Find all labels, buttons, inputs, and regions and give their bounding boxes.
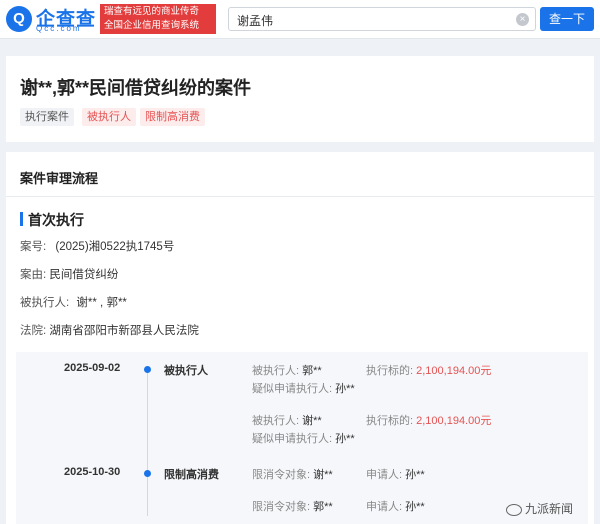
field-label: 疑似申请执行人: [252,433,333,445]
logo-domain: Qcc.com [36,24,82,33]
timeline-date: 2025-10-30 [64,466,121,478]
court-row: 法院: 湖南省邵阳市新邵县人民法院 [20,322,199,338]
executed-person-field: 被执行人: 谢** [252,412,322,428]
top-bar: Q 企查查 Qcc.com 瑞查有远见的商业传奇 全国企业信用查询系统 × 查一… [0,0,600,39]
case-process-card: 案件审理流程 首次执行 案号: (2025)湘0522执1745号 案由: 民间… [6,152,594,524]
executed-label: 被执行人: [20,297,70,309]
restriction-target-field: 限消令对象: 谢** [252,466,333,482]
timeline-dot [144,366,151,373]
field-label: 执行标的: [366,415,414,427]
restriction-target-field: 限消令对象: 郭** [252,498,333,514]
slogan-line-2: 全国企业信用查询系统 [104,20,200,31]
search-input[interactable] [235,10,509,30]
case-header-card: 谢**,郭**民间借贷纠纷的案件 执行案件 被执行人 限制高消费 [6,56,594,142]
field-label: 申请人: [366,469,403,481]
executed-person-field: 被执行人: 郭** [252,362,322,378]
field-value[interactable]: 孙** [405,501,425,513]
field-value[interactable]: 孙** [335,383,355,395]
timeline: 2025-09-02 被执行人 被执行人: 郭** 执行标的: 2,100,19… [16,352,588,524]
slogan-line-1: 瑞查有远见的商业传奇 [104,6,200,17]
stage-marker [20,212,23,226]
case-title: 谢**,郭**民间借贷纠纷的案件 [20,78,252,98]
executed-row: 被执行人: 谢** , 郭** [20,294,127,310]
stage-title: 首次执行 [28,212,84,228]
field-value[interactable]: 谢** [302,415,322,427]
watermark-text: 九派新闻 [525,502,574,516]
timeline-date: 2025-09-02 [64,362,121,374]
field-value[interactable]: 郭** [302,365,322,377]
amount-value: 2,100,194.00元 [416,365,492,377]
field-label: 被执行人: [252,415,300,427]
applicant-field: 疑似申请执行人: 孙** [252,380,355,396]
timeline-event-type: 限制高消费 [164,469,219,481]
execution-amount-field: 执行标的: 2,100,194.00元 [366,412,491,428]
search-button[interactable]: 查一下 [540,7,594,31]
field-label: 限消令对象: [252,501,311,513]
field-value[interactable]: 谢** [313,469,333,481]
tag-execution-case: 执行案件 [20,108,74,126]
timeline-dot [144,470,151,477]
case-cause: 民间借贷纠纷 [49,269,119,281]
field-label: 执行标的: [366,365,414,377]
slogan-banner: 瑞查有远见的商业传奇 全国企业信用查询系统 [100,4,216,34]
amount-value: 2,100,194.00元 [416,415,492,427]
timeline-event-type: 被执行人 [164,365,208,377]
case-number-row: 案号: (2025)湘0522执1745号 [20,238,174,254]
weibo-icon [506,503,522,516]
case-number-label: 案号: [20,241,47,253]
divider [6,196,594,197]
applicant-field: 申请人: 孙** [366,498,425,514]
field-label: 申请人: [366,501,403,513]
execution-amount-field: 执行标的: 2,100,194.00元 [366,362,491,378]
case-cause-row: 案由: 民间借贷纠纷 [20,266,118,282]
tag-consumption-restriction: 限制高消费 [140,108,205,126]
court-label: 法院: [20,325,47,337]
search-box[interactable]: × [228,7,536,31]
qcc-logo-icon[interactable]: Q [6,6,32,32]
applicant-field: 申请人: 孙** [366,466,425,482]
case-cause-label: 案由: [20,269,47,281]
field-value[interactable]: 孙** [335,433,355,445]
field-label: 被执行人: [252,365,300,377]
field-value[interactable]: 孙** [405,469,425,481]
clear-icon[interactable]: × [516,13,529,26]
tag-executed-person: 被执行人 [82,108,136,126]
section-title: 案件审理流程 [20,171,99,186]
field-label: 疑似申请执行人: [252,383,333,395]
applicant-field: 疑似申请执行人: 孙** [252,430,355,446]
field-label: 限消令对象: [252,469,311,481]
field-value[interactable]: 郭** [313,501,333,513]
case-number[interactable]: (2025)湘0522执1745号 [55,241,174,253]
timeline-line [147,366,148,516]
watermark: 九派新闻 [506,500,573,517]
court-name[interactable]: 湖南省邵阳市新邵县人民法院 [49,325,199,337]
executed-persons: 谢** , 郭** [76,297,127,309]
